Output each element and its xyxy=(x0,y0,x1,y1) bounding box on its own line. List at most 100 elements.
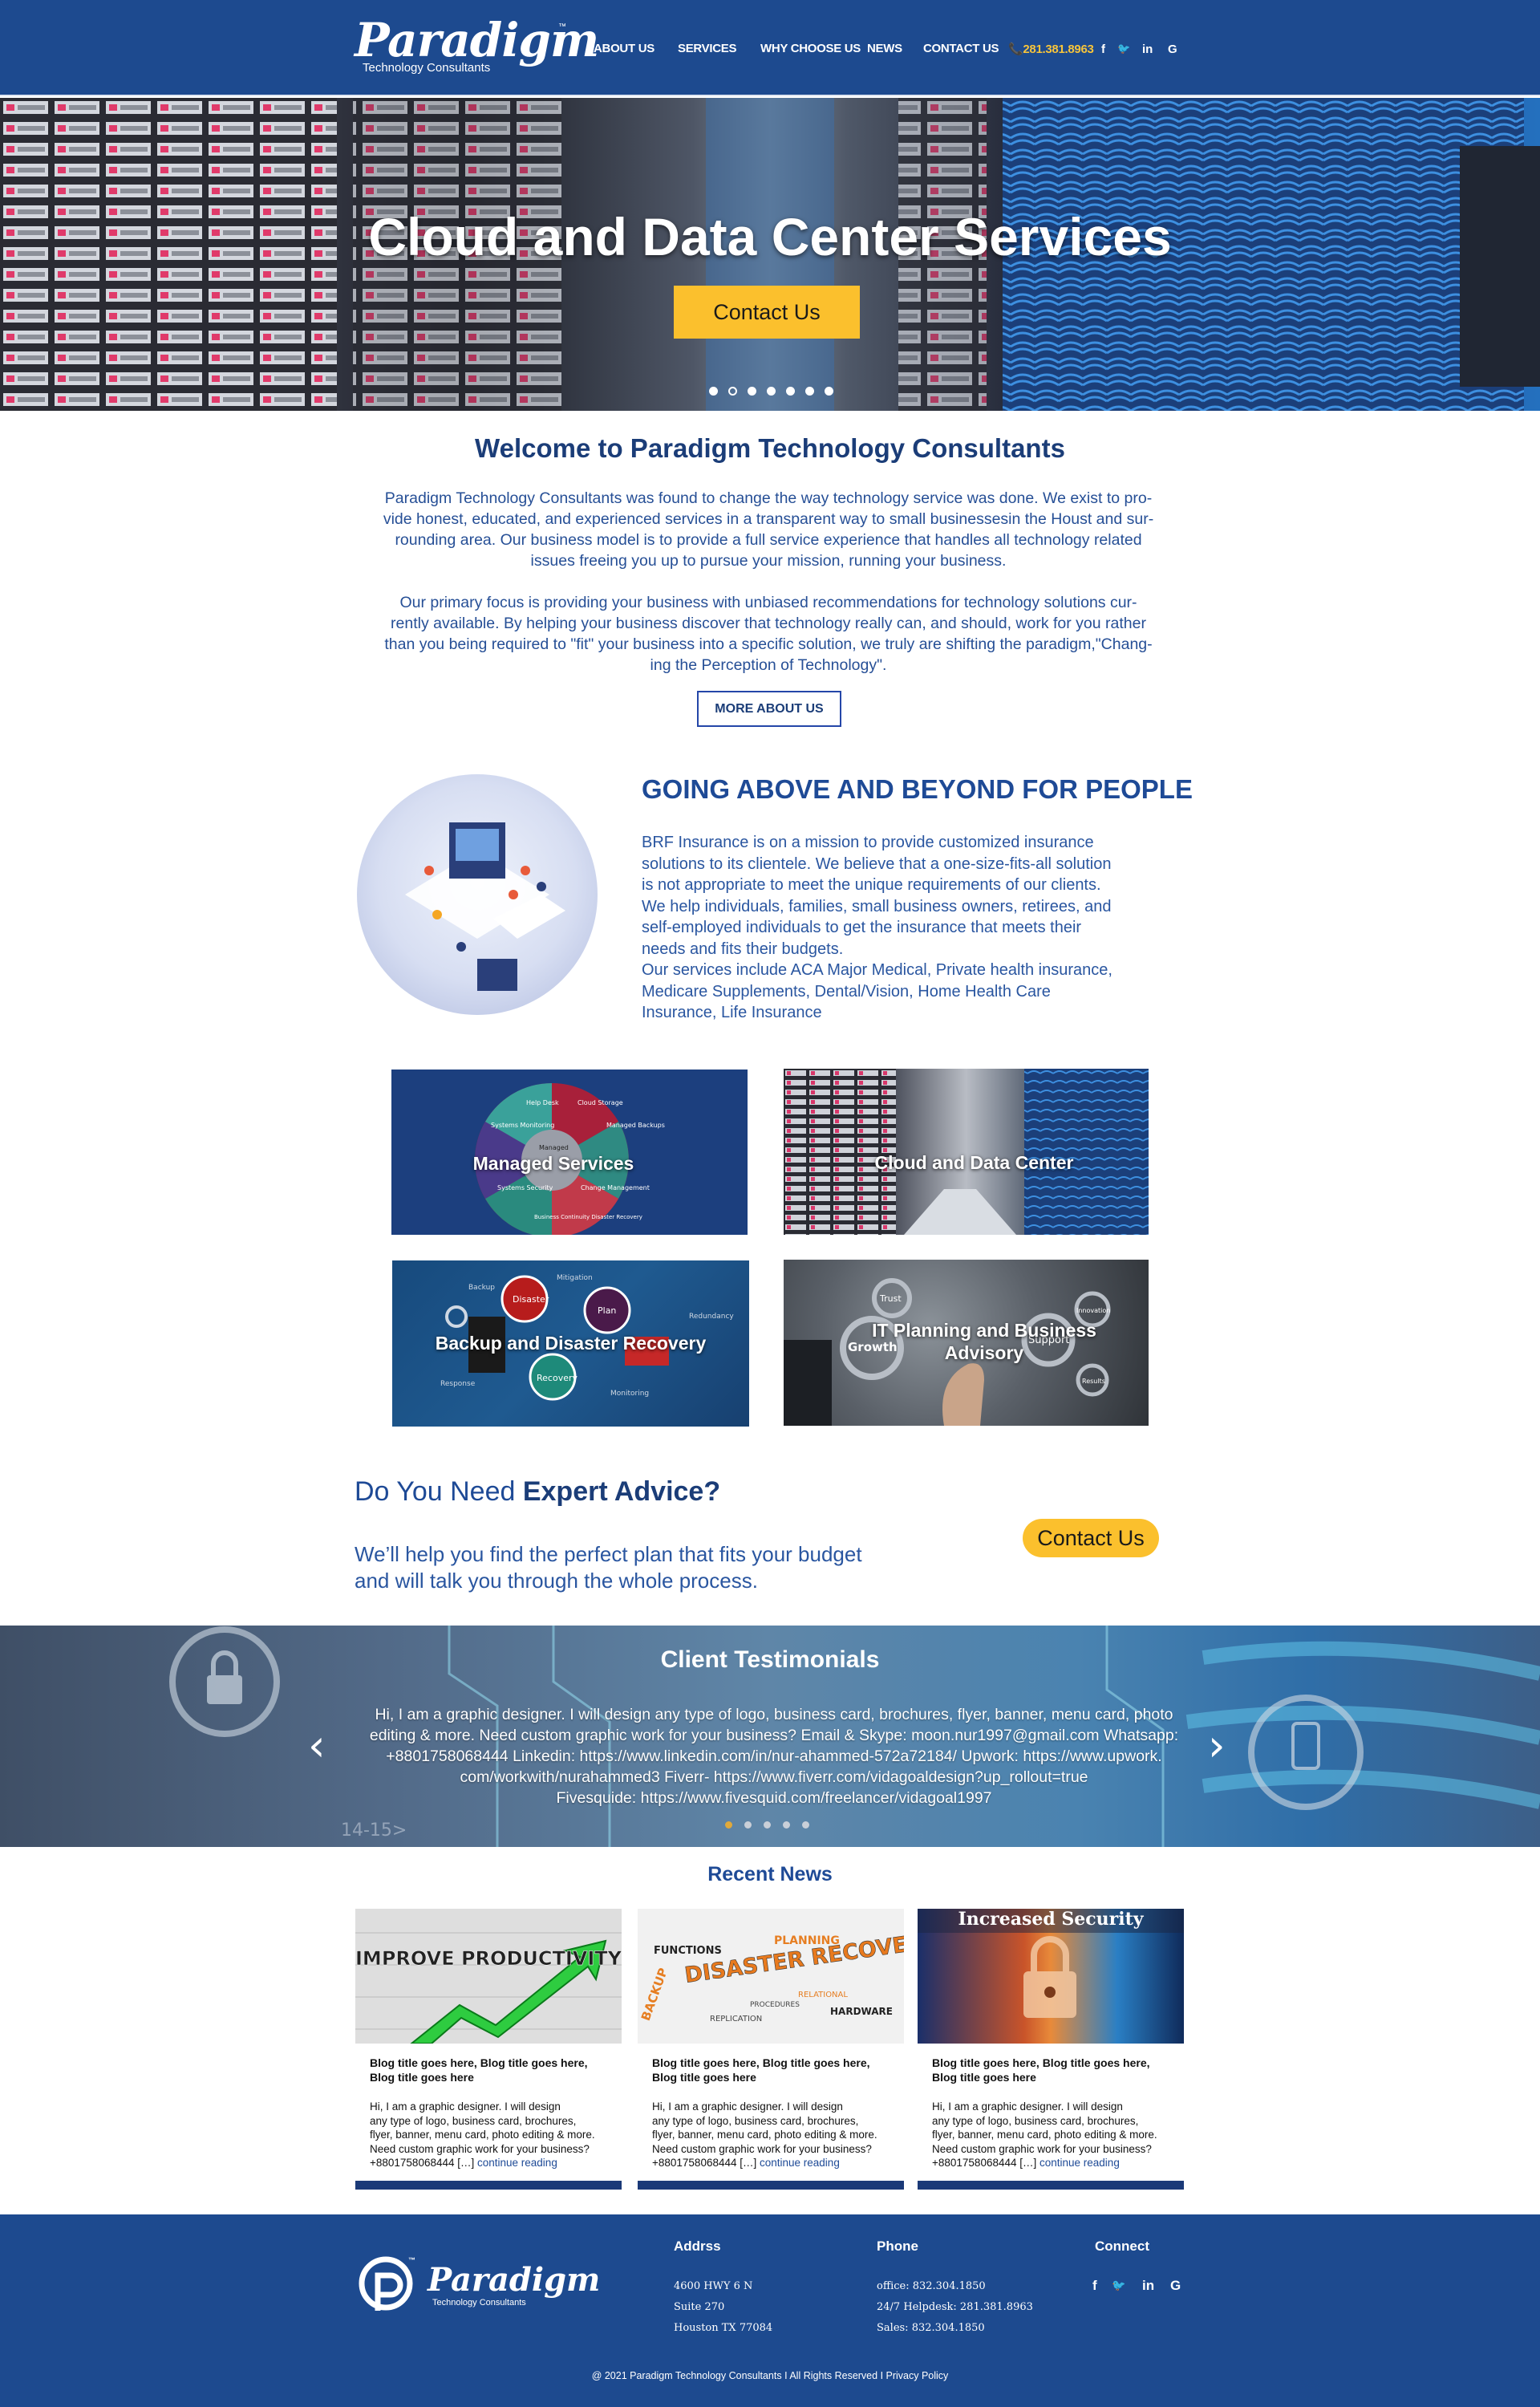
nav-news[interactable]: NEWS xyxy=(867,42,902,55)
excerpt-line: flyer, banner, menu card, photo editing … xyxy=(370,2129,595,2141)
footer-address-line: 4600 HWY 6 N xyxy=(674,2280,753,2292)
chevron-left-icon[interactable]: ‹ xyxy=(308,1720,326,1771)
service-tile-label: Cloud and Data Center xyxy=(874,1152,1074,1173)
slider-dot[interactable] xyxy=(744,1821,752,1829)
headline-line: Blog title goes here, Blog title goes he… xyxy=(932,2056,1150,2069)
excerpt-line: +8801758068444 […] continue reading xyxy=(652,2156,901,2170)
twitter-icon[interactable]: 🐦 xyxy=(1117,43,1130,55)
nav-services[interactable]: SERVICES xyxy=(678,42,736,55)
footer-facebook-icon[interactable]: f xyxy=(1092,2278,1097,2294)
expert-line: and will talk you through the whole proc… xyxy=(355,1569,758,1593)
news-card-bar xyxy=(355,2181,622,2190)
nav-contact-us[interactable]: CONTACT US xyxy=(923,42,999,55)
welcome-paragraph-2: Our primary focus is providing your busi… xyxy=(355,592,1182,676)
footer-address-line: Houston TX 77084 xyxy=(674,2322,773,2334)
excerpt-line: flyer, banner, menu card, photo editing … xyxy=(932,2129,1157,2141)
service-tile-cloud-data-center[interactable]: Cloud and Data Center xyxy=(784,1069,1149,1235)
slider-dot[interactable] xyxy=(748,387,756,396)
news-image-text: Increased Security xyxy=(958,1909,1144,1930)
google-icon[interactable]: G xyxy=(1168,43,1177,56)
news-card-image: IMPROVE PRODUCTIVITY xyxy=(355,1909,622,2044)
wheel-label: Systems Monitoring xyxy=(491,1122,554,1129)
hero-title: Cloud and Data Center Services xyxy=(368,207,1172,266)
nav-why-choose-us[interactable]: WHY CHOOSE US xyxy=(760,42,861,55)
news-card-headline: Blog title goes here, Blog title goes he… xyxy=(652,2056,893,2084)
slider-dot[interactable] xyxy=(764,1821,771,1829)
slider-dot[interactable] xyxy=(825,387,833,396)
excerpt-line: Hi, I am a graphic designer. I will desi… xyxy=(370,2101,561,2113)
news-card-headline: Blog title goes here, Blog title goes he… xyxy=(932,2056,1173,2084)
news-card-headline: Blog title goes here, Blog title goes he… xyxy=(370,2056,610,2084)
backup-label: Plan xyxy=(598,1305,616,1316)
service-tile-managed-services[interactable]: Help Desk Cloud Storage Managed Backups … xyxy=(391,1070,748,1235)
service-tile-it-planning[interactable]: Trust Growth Support Innovation Results … xyxy=(784,1260,1149,1426)
wordcloud-word: PROCEDURES xyxy=(750,2001,800,2009)
welcome-p1-line: Paradigm Technology Consultants was foun… xyxy=(384,489,1153,507)
excerpt-line: +8801758068444 […] continue reading xyxy=(370,2156,618,2170)
excerpt-line: Hi, I am a graphic designer. I will desi… xyxy=(932,2101,1123,2113)
slider-dot[interactable] xyxy=(709,387,718,396)
footer-twitter-icon[interactable]: 🐦 xyxy=(1112,2279,1125,2292)
chevron-right-icon[interactable]: › xyxy=(1208,1720,1226,1771)
excerpt-line: Need custom graphic work for your busine… xyxy=(652,2142,872,2155)
footer-address-title: Addrss xyxy=(674,2239,721,2254)
backup-label: Response xyxy=(440,1380,476,1388)
advisory-label: Innovation xyxy=(1076,1307,1110,1314)
wheel-label: Managed Backups xyxy=(606,1122,665,1129)
copyright-text[interactable]: @ 2021 Paradigm Technology Consultants I… xyxy=(0,2370,1540,2381)
excerpt-line: +8801758068444 […] continue reading xyxy=(932,2156,1181,2170)
hero-contact-button[interactable]: Contact Us xyxy=(674,286,860,339)
slider-dot[interactable] xyxy=(802,1821,809,1829)
slider-dot[interactable] xyxy=(767,387,776,396)
news-card[interactable]: FUNCTIONS PLANNING BACKUP HARDWARE REPLI… xyxy=(638,1909,904,2190)
wheel-label: Change Management xyxy=(581,1184,650,1191)
above-line: is not appropriate to meet the unique re… xyxy=(642,876,1101,894)
welcome-p1-line: issues freeing you up to pursue your mis… xyxy=(530,552,1007,570)
recent-news-title: Recent News xyxy=(707,1863,833,1885)
linkedin-icon[interactable]: in xyxy=(1142,43,1153,56)
news-card-excerpt: Hi, I am a graphic designer. I will desi… xyxy=(932,2100,1181,2170)
slider-dot[interactable] xyxy=(728,387,737,396)
footer-google-icon[interactable]: G xyxy=(1170,2278,1181,2294)
news-card[interactable]: IMPROVE PRODUCTIVITY Blog title goes her… xyxy=(355,1909,622,2190)
welcome-p2-line: than you being required to "fit" your bu… xyxy=(384,635,1153,653)
testimonial-line: editing & more. Need custom graphic work… xyxy=(369,1727,1179,1744)
above-beyond-paragraph: BRF Insurance is on a mission to provide… xyxy=(642,832,1187,1024)
footer-logo-wordmark: Paradigm xyxy=(428,2261,601,2299)
hero-banner: Cloud and Data Center Services Contact U… xyxy=(0,98,1540,411)
headline-line: Blog title goes here xyxy=(652,2071,756,2084)
footer-linkedin-icon[interactable]: in xyxy=(1142,2278,1154,2294)
footer-phone-line[interactable]: 24/7 Helpdesk: 281.381.8963 xyxy=(877,2301,1033,2313)
logo[interactable]: Paradigm ™ Technology Consultants xyxy=(355,16,599,75)
testimonials-bg-text: 14-15> xyxy=(341,1820,407,1841)
slider-dot[interactable] xyxy=(786,387,795,396)
page: { "header": { "logo_text": "Paradigm", "… xyxy=(0,0,1540,2407)
paradigm-p-logo-icon xyxy=(359,2256,413,2311)
header-phone-link[interactable]: 📞281.381.8963 xyxy=(1008,42,1094,56)
backup-label: Recovery xyxy=(537,1373,578,1383)
slider-dot[interactable] xyxy=(783,1821,790,1829)
footer-phone-line[interactable]: office: 832.304.1850 xyxy=(877,2280,986,2292)
headline-line: Blog title goes here, Blog title goes he… xyxy=(370,2056,588,2069)
excerpt-line: any type of logo, business card, brochur… xyxy=(932,2114,1139,2127)
expert-contact-button[interactable]: Contact Us xyxy=(1023,1519,1159,1557)
excerpt-line: Need custom graphic work for your busine… xyxy=(370,2142,590,2155)
service-tile-label: IT Planning and Business Advisory xyxy=(872,1320,1096,1363)
facebook-icon[interactable]: f xyxy=(1101,43,1105,56)
wordcloud-word: HARDWARE xyxy=(830,2006,893,2017)
continue-reading-link[interactable]: continue reading xyxy=(760,2157,840,2169)
slider-dot[interactable] xyxy=(805,387,814,396)
service-tile-backup-recovery[interactable]: Disaster Plan Recovery Backup Mitigation… xyxy=(392,1260,749,1427)
headline-line: Blog title goes here, Blog title goes he… xyxy=(652,2056,870,2069)
backup-label: Mitigation xyxy=(557,1274,593,1282)
news-card[interactable]: Increased Security Blog title goes here,… xyxy=(918,1909,1184,2190)
footer-logo-trademark: ™ xyxy=(408,2256,415,2264)
more-about-us-button[interactable]: MORE ABOUT US xyxy=(697,691,841,727)
slider-dot[interactable] xyxy=(725,1821,732,1829)
footer-phone-line[interactable]: Sales: 832.304.1850 xyxy=(877,2322,985,2334)
footer-address-line: Suite 270 xyxy=(674,2301,725,2313)
news-image-text: IMPROVE PRODUCTIVITY xyxy=(355,1947,622,1970)
nav-about-us[interactable]: ABOUT US xyxy=(594,42,654,55)
continue-reading-link[interactable]: continue reading xyxy=(1040,2157,1120,2169)
continue-reading-link[interactable]: continue reading xyxy=(477,2157,557,2169)
